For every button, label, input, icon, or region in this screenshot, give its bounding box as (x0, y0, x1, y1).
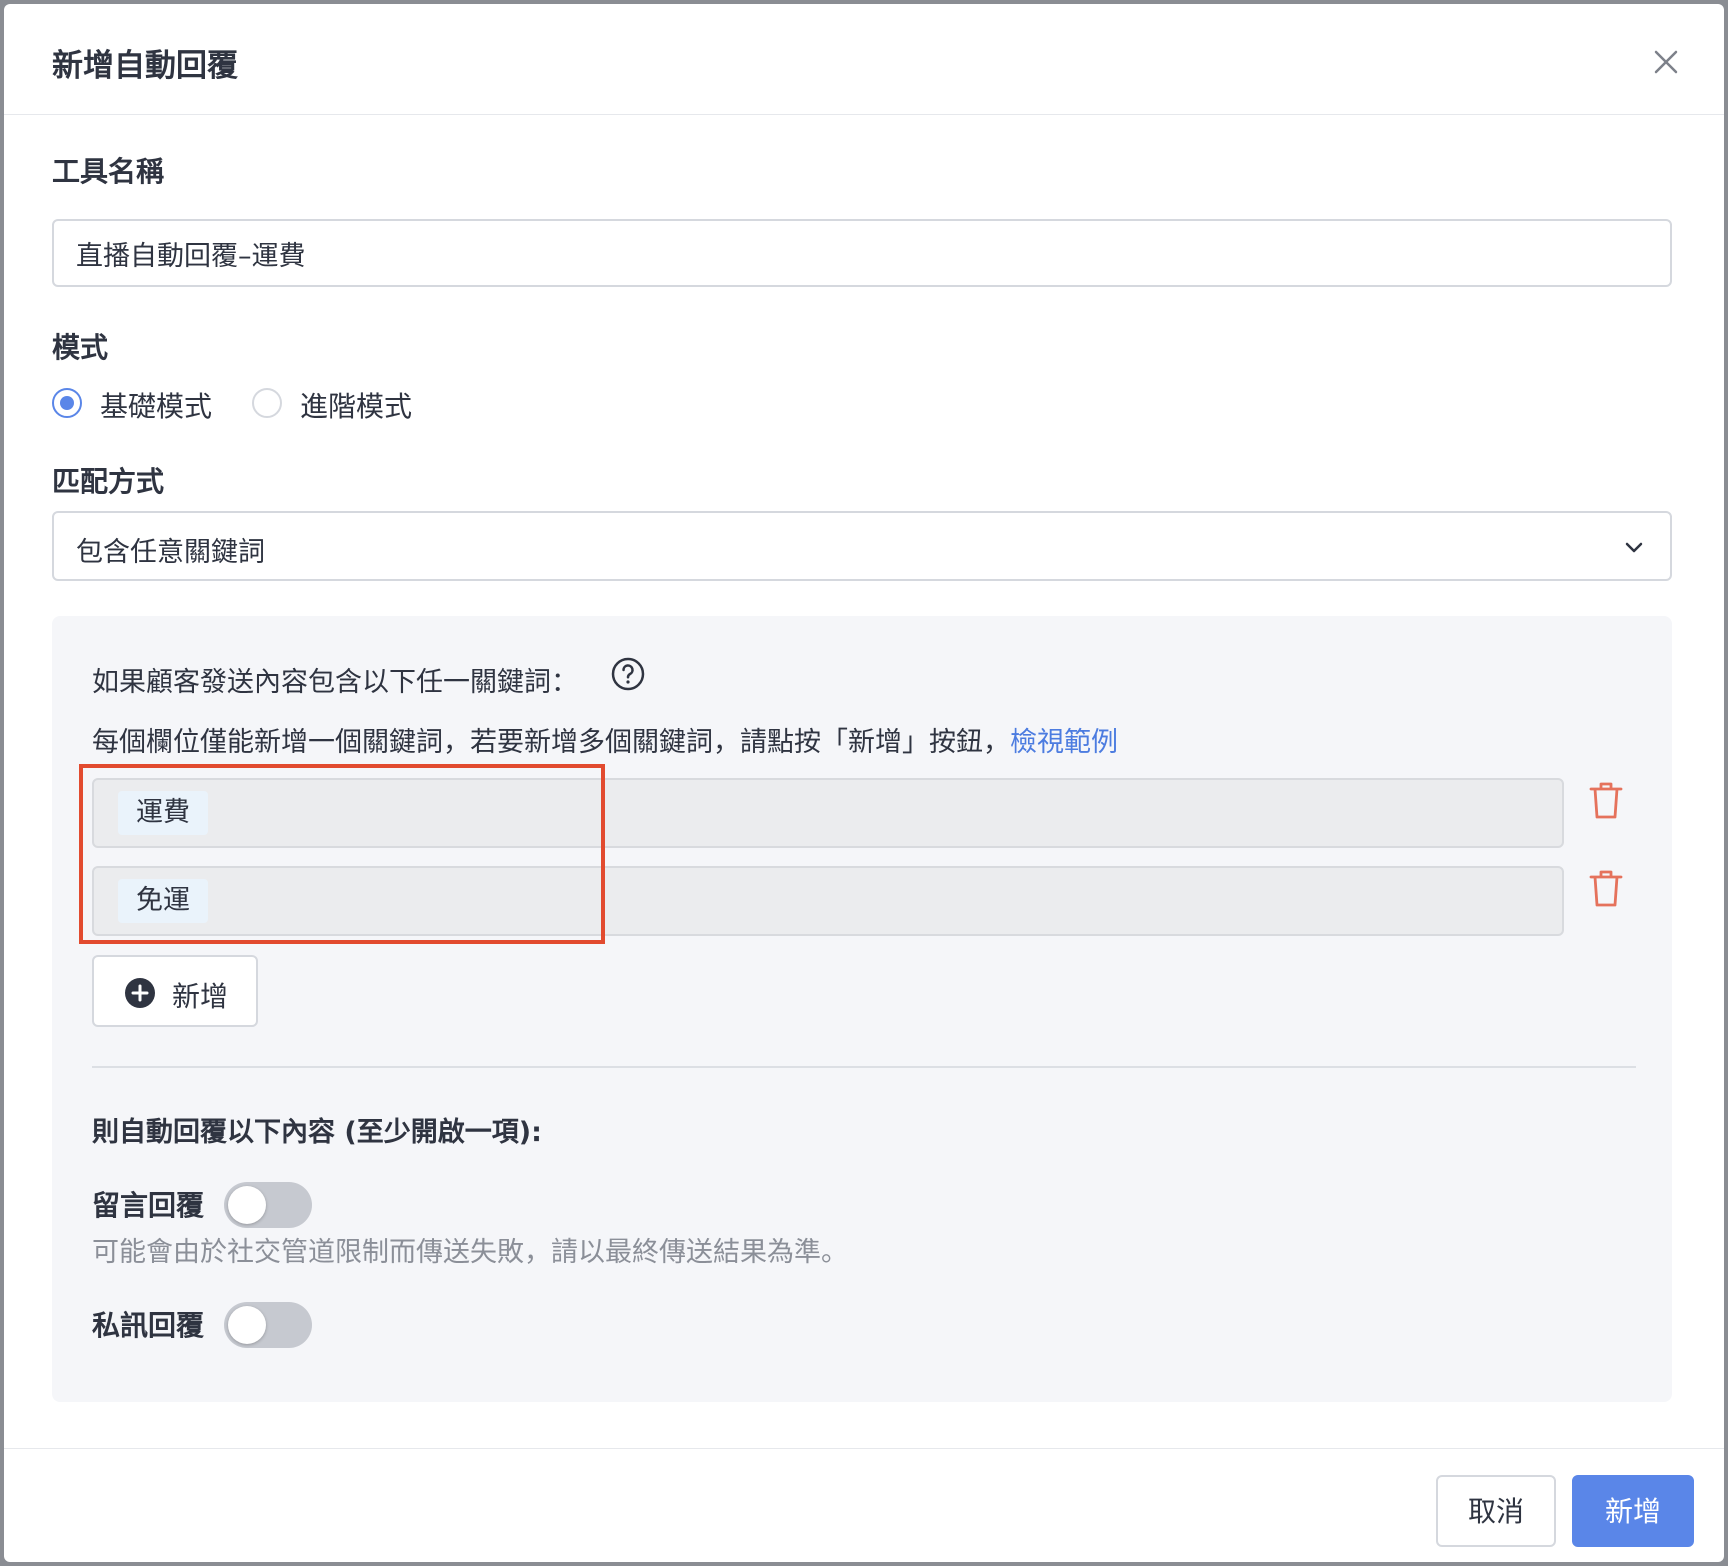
add-keyword-label: 新增 (172, 980, 229, 1013)
divider (92, 1066, 1636, 1068)
add-keyword-button[interactable]: 新增 (92, 955, 258, 1027)
toggle-knob (228, 1306, 266, 1344)
chevron-down-icon (1625, 542, 1643, 553)
keyword-field[interactable]: 運費 (92, 778, 1564, 848)
comment-reply-note: 可能會由於社交管道限制而傳送失敗，請以最終傳送結果為準。 (92, 1237, 848, 1268)
match-method-value: 包含任意關鍵詞 (76, 537, 265, 568)
radio-basic-mode[interactable]: 基礎模式 (52, 382, 222, 426)
radio-basic-mode-label: 基礎模式 (100, 390, 213, 423)
close-button[interactable] (1644, 40, 1688, 84)
keyword-condition-panel: 如果顧客發送內容包含以下任一關鍵詞： 每個欄位僅能新增一個關鍵詞，若要新增多個關… (52, 616, 1672, 1402)
match-method-label: 匹配方式 (52, 465, 165, 498)
radio-unchecked-icon (252, 388, 282, 418)
private-reply-toggle[interactable] (224, 1302, 312, 1348)
auto-reply-dialog: 新增自動回覆 工具名稱 模式 基礎模式 進階模式 匹配方式 包含任意關鍵詞 如果… (4, 4, 1724, 1562)
keyword-hint-text: 每個欄位僅能新增一個關鍵詞，若要新增多個關鍵詞，請點按「新增」按鈕， (92, 727, 1010, 758)
tool-name-input[interactable] (52, 219, 1672, 287)
toggle-knob (228, 1186, 266, 1224)
view-example-link[interactable]: 檢視範例 (1010, 727, 1118, 758)
tool-name-label: 工具名稱 (52, 155, 165, 188)
help-circle-icon[interactable] (610, 656, 646, 692)
dialog-title: 新增自動回覆 (52, 48, 238, 84)
radio-checked-icon (52, 388, 82, 418)
private-reply-label: 私訊回覆 (92, 1309, 205, 1342)
dialog-footer: 取消 新增 (4, 1448, 1724, 1562)
plus-circle-icon (125, 978, 155, 1008)
dialog-header: 新增自動回覆 (4, 4, 1724, 115)
match-method-select[interactable]: 包含任意關鍵詞 (52, 511, 1672, 581)
trash-icon[interactable] (1588, 780, 1624, 820)
keyword-tag: 免運 (118, 879, 208, 923)
keyword-hint: 每個欄位僅能新增一個關鍵詞，若要新增多個關鍵詞，請點按「新增」按鈕，檢視範例 (92, 720, 1118, 759)
cancel-button[interactable]: 取消 (1436, 1475, 1556, 1547)
comment-reply-label: 留言回覆 (92, 1189, 205, 1222)
radio-advanced-mode[interactable]: 進階模式 (252, 382, 422, 426)
radio-advanced-mode-label: 進階模式 (300, 390, 413, 423)
keyword-field[interactable]: 免運 (92, 866, 1564, 936)
submit-add-button[interactable]: 新增 (1572, 1475, 1694, 1547)
mode-label: 模式 (52, 331, 109, 364)
condition-text: 如果顧客發送內容包含以下任一關鍵詞： (92, 667, 578, 698)
trash-icon[interactable] (1588, 868, 1624, 908)
close-icon (1654, 50, 1678, 74)
keyword-tag: 運費 (118, 791, 208, 835)
reply-heading: 則自動回覆以下內容 (至少開啟一項): (92, 1117, 542, 1148)
comment-reply-toggle[interactable] (224, 1182, 312, 1228)
